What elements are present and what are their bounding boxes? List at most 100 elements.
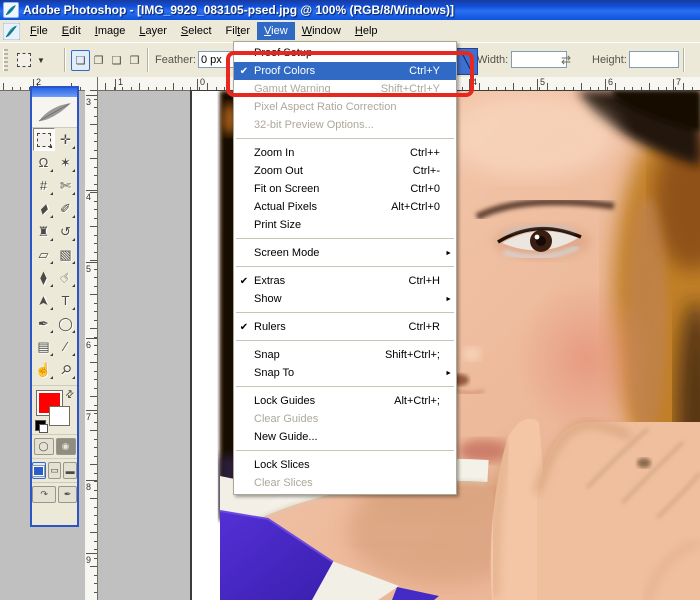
menu-item-label: Screen Mode: [254, 247, 456, 259]
menu-item-label: Zoom Out: [254, 165, 413, 177]
menu-image[interactable]: Image: [88, 22, 133, 40]
ruler-number: 7: [676, 77, 681, 87]
ruler-tick: [94, 592, 97, 593]
ellipse-shape-tool[interactable]: ◯: [55, 312, 77, 335]
lasso-icon: Ω: [39, 155, 49, 170]
magic-wand-tool[interactable]: ✶: [55, 151, 77, 174]
menu-item-snap-to[interactable]: Snap To►: [234, 364, 456, 382]
imageready-feather-icon[interactable]: ✒: [58, 486, 77, 503]
menu-item-rulers[interactable]: ✔RulersCtrl+R: [234, 318, 456, 336]
menu-window[interactable]: Window: [295, 22, 348, 40]
zoom-tool[interactable]: ⚲: [55, 358, 77, 381]
width-input[interactable]: [511, 51, 567, 68]
ruler-tick: [94, 541, 97, 542]
ruler-tick: [80, 87, 81, 90]
menu-edit[interactable]: Edit: [55, 22, 88, 40]
menu-help[interactable]: Help: [348, 22, 385, 40]
path-selection-tool[interactable]: ➤: [33, 289, 55, 312]
menu-item-lock-slices[interactable]: Lock Slices: [234, 456, 456, 474]
menu-item-snap[interactable]: SnapShift+Ctrl+;: [234, 346, 456, 364]
marquee-icon: [37, 133, 51, 147]
menu-item-lock-guides[interactable]: Lock GuidesAlt+Ctrl+;: [234, 392, 456, 410]
menu-filter[interactable]: Filter: [219, 22, 258, 40]
swap-dimensions-icon[interactable]: ⇄: [561, 53, 571, 67]
smudge-tool[interactable]: ☞: [55, 266, 77, 289]
marquee-preset-icon: [17, 53, 31, 67]
ruler-tick: [139, 83, 140, 90]
menu-item-fit-on-screen[interactable]: Fit on ScreenCtrl+0: [234, 180, 456, 198]
ruler-tick: [86, 190, 97, 191]
ruler-tick: [86, 95, 97, 96]
menu-item-clear-guides[interactable]: Clear Guides: [234, 410, 456, 428]
menu-item-screen-mode[interactable]: Screen Mode►: [234, 244, 456, 262]
vertical-ruler[interactable]: 3456789: [85, 77, 98, 600]
standard-mode-button[interactable]: ◯: [34, 438, 54, 455]
menu-file[interactable]: File: [23, 22, 55, 40]
ruler-tick: [86, 338, 97, 339]
menu-item-label: Clear Slices: [254, 477, 456, 489]
add-to-selection-button[interactable]: ❐: [89, 50, 108, 71]
intersect-selection-button[interactable]: ❒: [125, 50, 144, 71]
subtract-selection-button[interactable]: ❑: [107, 50, 126, 71]
type-tool[interactable]: T: [55, 289, 77, 312]
options-bar-grip[interactable]: [3, 49, 8, 71]
menu-view[interactable]: View: [257, 22, 295, 40]
ruler-tick: [90, 124, 97, 125]
ruler-tick: [615, 83, 616, 90]
menu-item-print-size[interactable]: Print Size: [234, 216, 456, 234]
gradient-tool[interactable]: ▧: [55, 243, 77, 266]
menu-shortcut: Ctrl+H: [409, 275, 456, 287]
menu-item-show[interactable]: Show►: [234, 290, 456, 308]
eraser-tool[interactable]: ▱: [33, 243, 55, 266]
menu-item-32-bit-preview-options-[interactable]: 32-bit Preview Options...: [234, 116, 456, 134]
menu-item-zoom-out[interactable]: Zoom OutCtrl+-: [234, 162, 456, 180]
ruler-tick: [94, 320, 97, 321]
eyedropper-tool[interactable]: ∕: [55, 335, 77, 358]
healing-brush-tool[interactable]: ▰: [33, 197, 55, 220]
menu-select[interactable]: Select: [174, 22, 219, 40]
ruler-tick: [605, 79, 606, 90]
toolbox-title-bar[interactable]: [32, 88, 77, 97]
quick-mask-button[interactable]: ◉: [56, 438, 76, 455]
slice-tool[interactable]: ✄: [55, 174, 77, 197]
menu-item-label: 32-bit Preview Options...: [254, 119, 456, 131]
swap-colors-icon[interactable]: ⇄: [63, 388, 77, 402]
ruler-tick: [94, 481, 97, 482]
standard-screen-button[interactable]: [32, 462, 46, 479]
menu-item-actual-pixels[interactable]: Actual PixelsAlt+Ctrl+0: [234, 198, 456, 216]
brush-tool[interactable]: ✐: [55, 197, 77, 220]
menu-item-extras[interactable]: ✔ExtrasCtrl+H: [234, 272, 456, 290]
path-selection-icon: ➤: [36, 295, 52, 306]
hand-tool[interactable]: ☝: [33, 358, 55, 381]
ruler-number: 4: [86, 192, 91, 202]
background-color-swatch[interactable]: [49, 406, 70, 426]
menu-item-pixel-aspect-ratio-correction[interactable]: Pixel Aspect Ratio Correction: [234, 98, 456, 116]
rectangular-marquee-tool[interactable]: [33, 128, 55, 151]
jump-arrow-icon[interactable]: ↷: [32, 486, 56, 503]
pen-tool[interactable]: ✒: [33, 312, 55, 335]
menu-item-clear-slices[interactable]: Clear Slices: [234, 474, 456, 492]
ruler-tick: [105, 83, 106, 90]
notes-tool[interactable]: ▤: [33, 335, 55, 358]
menu-layer[interactable]: Layer: [132, 22, 174, 40]
width-label: Width:: [477, 54, 508, 66]
move-tool[interactable]: ✛: [55, 128, 77, 151]
menu-item-new-guide-[interactable]: New Guide...: [234, 428, 456, 446]
menu-shortcut: Alt+Ctrl+;: [394, 395, 456, 407]
menu-item-zoom-in[interactable]: Zoom InCtrl++: [234, 144, 456, 162]
height-label: Height:: [592, 54, 627, 66]
history-brush-tool[interactable]: ↺: [55, 220, 77, 243]
lasso-tool[interactable]: Ω: [33, 151, 55, 174]
ruler-number: 1: [118, 77, 123, 87]
tool-preset-button[interactable]: ▼: [12, 48, 61, 72]
height-input[interactable]: [629, 51, 679, 68]
new-selection-button[interactable]: ❏: [71, 50, 90, 71]
fullscreen-menubar-button[interactable]: ▭: [48, 462, 62, 479]
ruler-tick: [86, 480, 97, 481]
clone-stamp-tool[interactable]: ♜: [33, 220, 55, 243]
default-colors-icon[interactable]: [35, 420, 46, 431]
fullscreen-button[interactable]: ▬: [63, 462, 77, 479]
crop-tool[interactable]: #: [33, 174, 55, 197]
blur-tool[interactable]: ⧫: [33, 266, 55, 289]
photoshop-window: Adobe Photoshop - [IMG_9929_083105-psed.…: [0, 0, 700, 600]
